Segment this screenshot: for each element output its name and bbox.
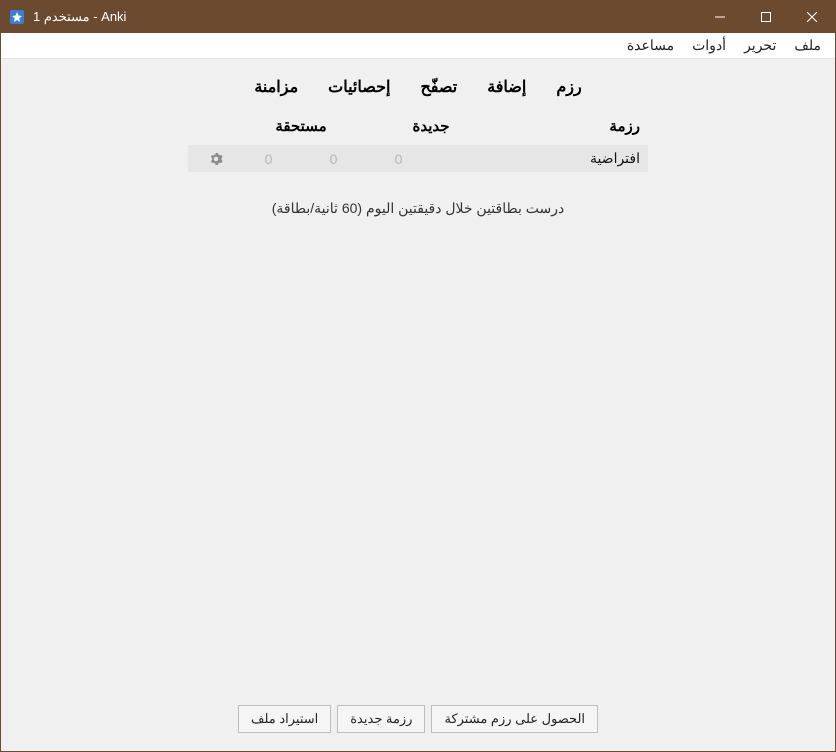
header-deck: رزمة <box>496 117 640 135</box>
deck-options-button[interactable] <box>196 152 236 166</box>
menu-edit[interactable]: تحرير <box>744 37 776 54</box>
menu-file[interactable]: ملف <box>794 37 821 54</box>
deck-row[interactable]: افتراضية 0 0 0 <box>188 145 648 172</box>
content-area: رزم إضافة تصفّح إحصائيات مزامنة رزمة جدي… <box>1 59 835 751</box>
toolbar-sync[interactable]: مزامنة <box>254 77 298 97</box>
menu-tools[interactable]: أدوات <box>692 37 726 54</box>
app-icon <box>9 9 25 25</box>
spacer <box>1 245 835 691</box>
deck-name[interactable]: افتراضية <box>431 150 640 167</box>
footer-bar: الحصول على رزم مشتركة رزمة جديدة استيراد… <box>1 691 835 751</box>
import-file-button[interactable]: استيراد ملف <box>238 705 331 733</box>
create-deck-button[interactable]: رزمة جديدة <box>337 705 425 733</box>
maximize-button[interactable] <box>743 1 789 33</box>
study-status: درست بطاقتين خلال دقيقتين اليوم (60 ثاني… <box>1 172 835 245</box>
toolbar: رزم إضافة تصفّح إحصائيات مزامنة <box>1 59 835 113</box>
deck-list-header: رزمة جديدة مستحقة <box>188 113 648 145</box>
titlebar: مستخدم 1 - Anki <box>1 1 835 33</box>
titlebar-left: مستخدم 1 - Anki <box>1 9 697 25</box>
get-shared-button[interactable]: الحصول على رزم مشتركة <box>431 705 598 733</box>
header-due: مستحقة <box>236 117 366 135</box>
menu-help[interactable]: مساعدة <box>627 37 674 54</box>
deck-count-2: 0 <box>301 151 366 167</box>
gear-icon <box>209 152 223 166</box>
window-controls <box>697 1 835 33</box>
toolbar-add[interactable]: إضافة <box>487 77 526 97</box>
toolbar-stats[interactable]: إحصائيات <box>328 77 390 97</box>
window-title: مستخدم 1 - Anki <box>33 9 126 25</box>
minimize-button[interactable] <box>697 1 743 33</box>
toolbar-decks[interactable]: رزم <box>556 77 581 97</box>
menubar: ملف تحرير أدوات مساعدة <box>1 33 835 59</box>
toolbar-browse[interactable]: تصفّح <box>420 77 457 97</box>
app-window: مستخدم 1 - Anki ملف تحرير أدوات مساعدة ر… <box>0 0 836 752</box>
deck-list: رزمة جديدة مستحقة افتراضية 0 0 0 <box>188 113 648 172</box>
deck-count-1: 0 <box>366 151 431 167</box>
header-gear-spacer <box>196 117 236 135</box>
close-button[interactable] <box>789 1 835 33</box>
deck-count-3: 0 <box>236 151 301 167</box>
header-new: جديدة <box>366 117 496 135</box>
